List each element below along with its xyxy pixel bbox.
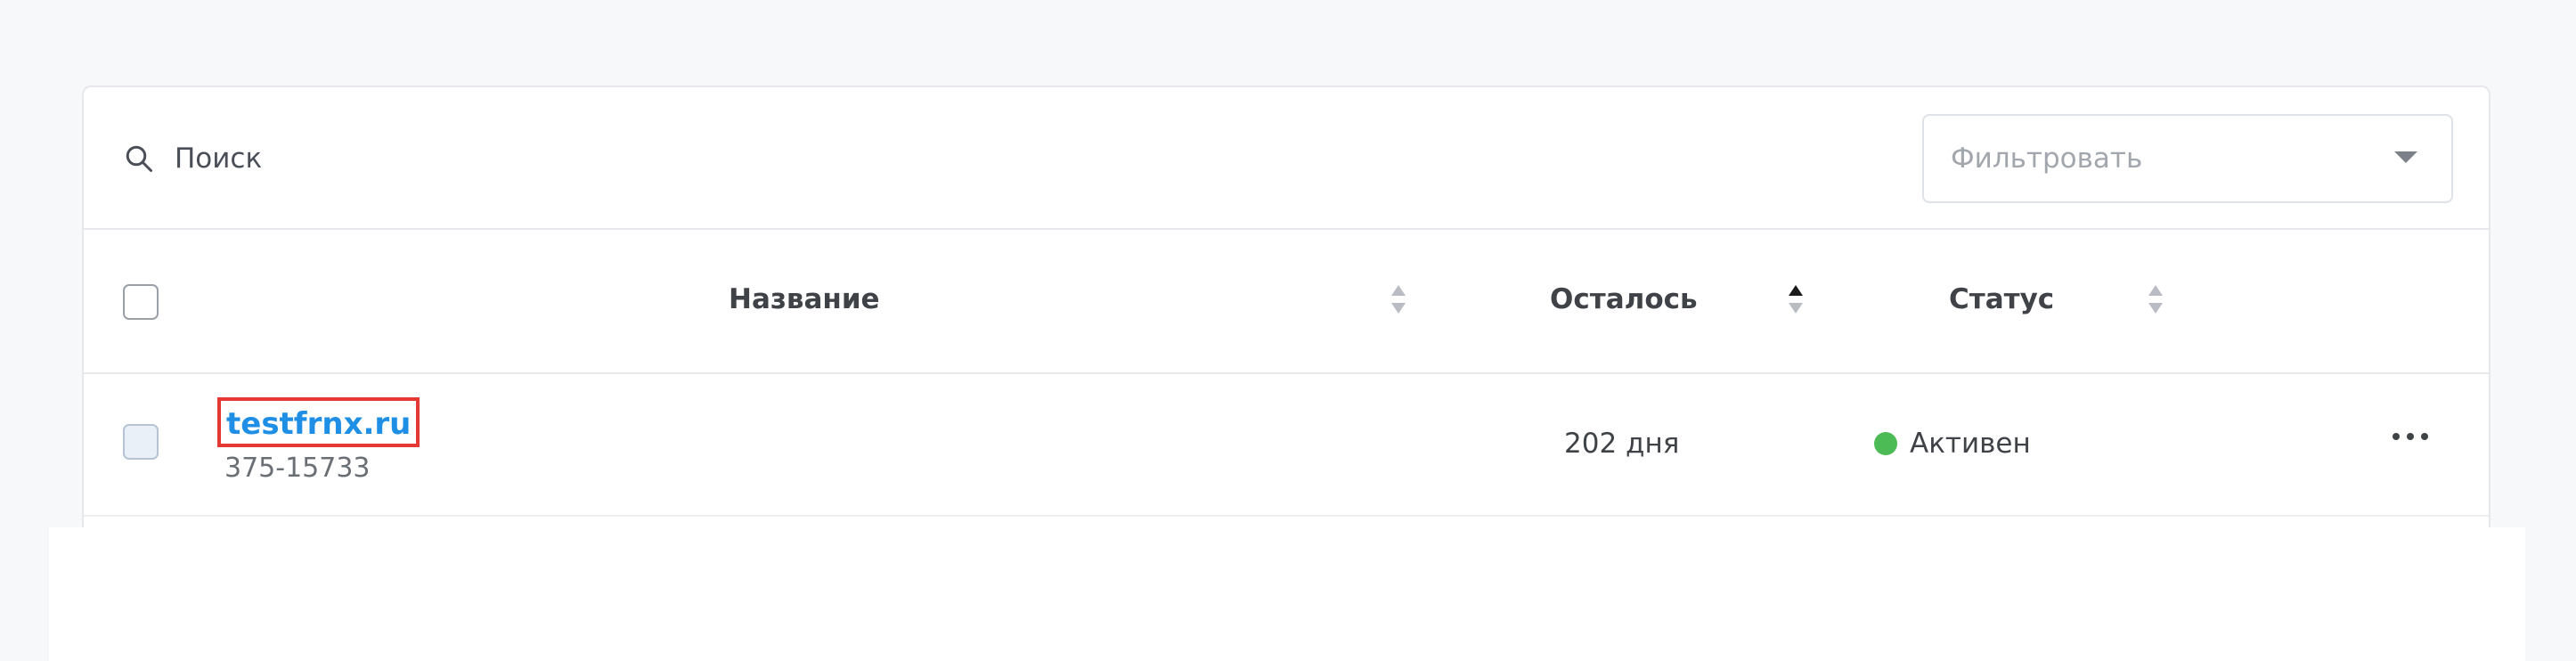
filter-select[interactable]: Фильтровать — [1922, 114, 2453, 203]
status-dot-icon — [1874, 432, 1897, 455]
toolbar: Поиск Фильтровать — [84, 87, 2489, 230]
more-horizontal-icon[interactable] — [2384, 419, 2437, 454]
sort-icon-active[interactable] — [1787, 283, 1805, 315]
column-header-status[interactable]: Статус — [1949, 283, 2054, 315]
table-row: testfrnx.ru 375-15733 202 дня Активен — [84, 374, 2489, 517]
filter-placeholder: Фильтровать — [1951, 143, 2143, 175]
sort-icon[interactable] — [1390, 283, 1407, 315]
search-icon — [126, 145, 152, 172]
remaining-days: 202 дня — [1564, 428, 1680, 460]
domains-panel: Поиск Фильтровать Название Осталось Стат… — [82, 86, 2490, 549]
status-badge: Активен — [1874, 428, 2031, 460]
column-header-remaining[interactable]: Осталось — [1550, 283, 1698, 315]
table-header: Название Осталось Статус — [84, 230, 2489, 374]
select-all-checkbox[interactable] — [123, 284, 159, 320]
column-header-name[interactable]: Название — [729, 283, 880, 315]
row-checkbox[interactable] — [123, 424, 159, 460]
search-box[interactable]: Поиск — [123, 135, 262, 182]
lower-panel — [49, 527, 2525, 661]
status-label: Активен — [1910, 428, 2031, 460]
chevron-down-icon — [2394, 151, 2417, 163]
domain-link[interactable]: testfrnx.ru — [217, 397, 420, 447]
domain-id: 375-15733 — [224, 453, 371, 484]
sort-icon[interactable] — [2147, 283, 2164, 315]
search-input[interactable]: Поиск — [175, 143, 262, 175]
